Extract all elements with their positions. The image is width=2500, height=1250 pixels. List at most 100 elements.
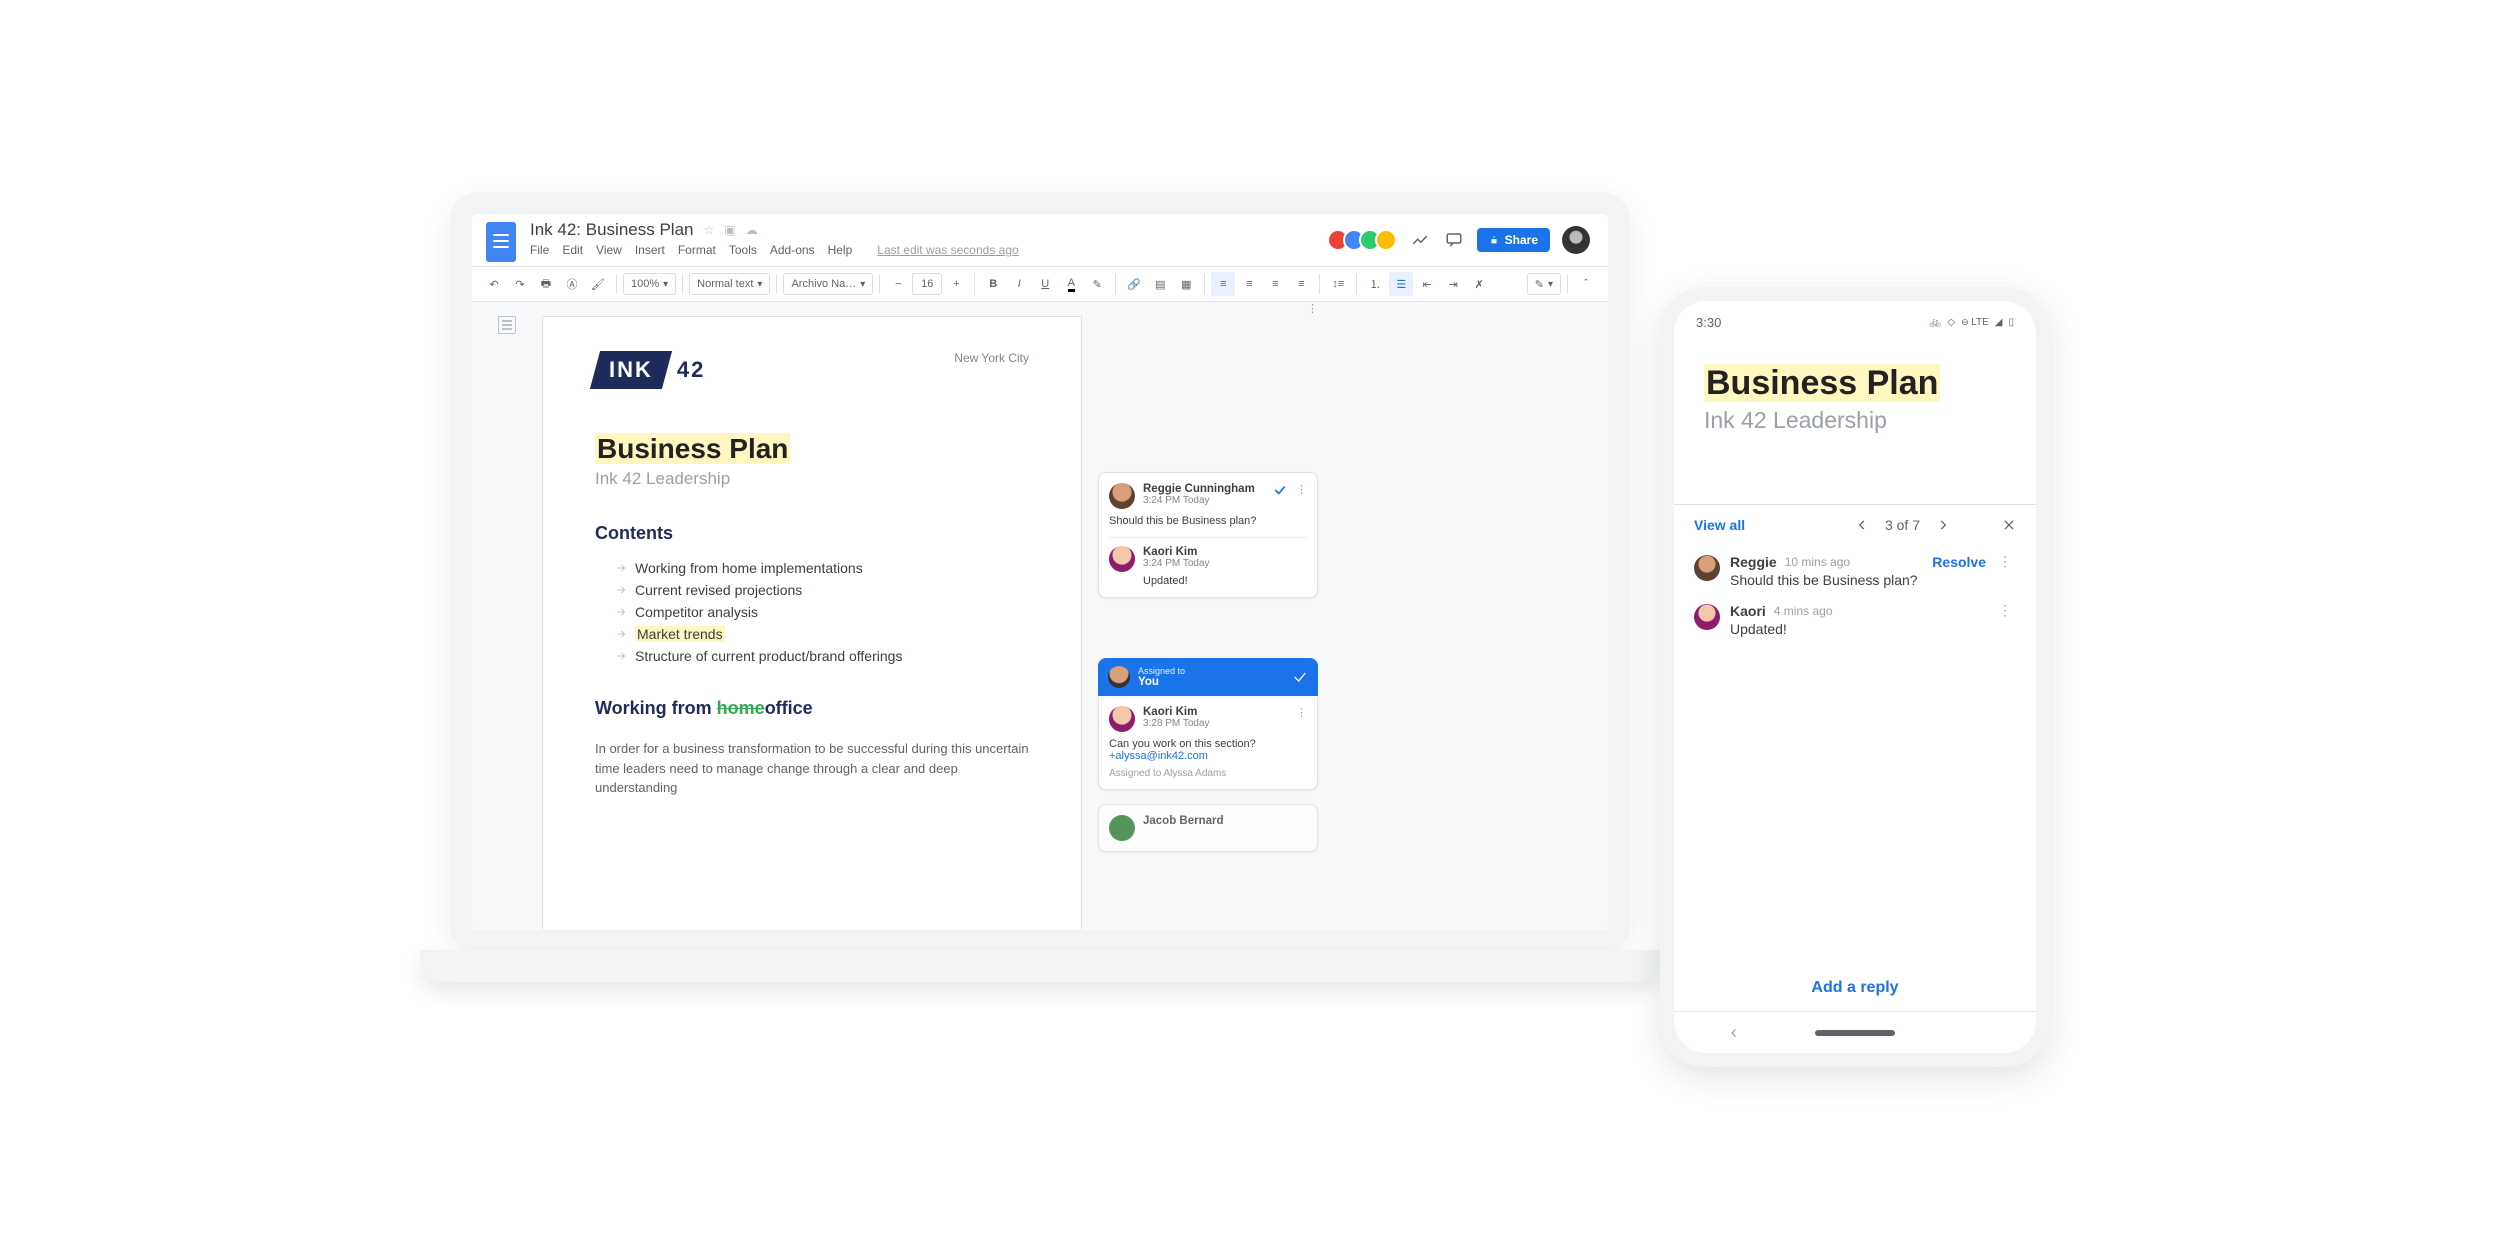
menu-file[interactable]: File — [530, 243, 549, 257]
font-size-decrease[interactable]: − — [886, 272, 910, 296]
clear-format-button[interactable]: ✗ — [1467, 272, 1491, 296]
laptop-mockup: Ink 42: Business Plan ☆ ▣ ☁ File Edit Vi… — [450, 192, 1630, 972]
doc-subtitle[interactable]: Ink 42 Leadership — [595, 469, 1029, 489]
collapse-toolbar-button[interactable]: ˆ — [1574, 272, 1598, 296]
google-docs-icon[interactable] — [486, 222, 516, 262]
comment-card[interactable]: Reggie Cunningham 3:24 PM Today ⋮ Should… — [1098, 472, 1318, 598]
add-reply-button[interactable]: Add a reply — [1674, 953, 2036, 1011]
paragraph-style-select[interactable]: Normal text▾ — [689, 273, 770, 295]
back-button[interactable] — [1728, 1027, 1740, 1039]
paint-format-button[interactable]: 🖌 — [586, 272, 610, 296]
align-justify-button[interactable]: ≡ — [1289, 272, 1313, 296]
comment-author: Jacob Bernard — [1143, 815, 1224, 827]
text-color-button[interactable]: A — [1059, 272, 1083, 296]
align-right-button[interactable]: ≡ — [1263, 272, 1287, 296]
comment-author: Reggie — [1730, 554, 1777, 570]
list-item[interactable]: Competitor analysis — [615, 604, 1029, 620]
comment-card[interactable]: Jacob Bernard — [1098, 804, 1318, 852]
document-page[interactable]: INK 42 New York City Business Plan Ink 4… — [542, 316, 1082, 930]
menu-insert[interactable]: Insert — [635, 243, 665, 257]
body-text[interactable]: In order for a business transformation t… — [595, 739, 1029, 798]
avatar — [1694, 555, 1720, 581]
last-edit-link[interactable]: Last edit was seconds ago — [877, 243, 1018, 257]
font-select[interactable]: Archivo Na…▾ — [783, 273, 873, 295]
document-outline-icon[interactable] — [498, 316, 516, 334]
comments-icon[interactable] — [1443, 229, 1465, 251]
section-heading[interactable]: Working from homeoffice — [595, 698, 1029, 719]
bulleted-list-button[interactable]: ☰ — [1389, 272, 1413, 296]
italic-button[interactable]: I — [1007, 272, 1031, 296]
align-left-button[interactable]: ≡ — [1211, 272, 1235, 296]
indent-button[interactable]: ⇥ — [1441, 272, 1465, 296]
font-size-increase[interactable]: + — [944, 272, 968, 296]
home-pill[interactable] — [1815, 1030, 1895, 1036]
resolve-check-icon[interactable] — [1273, 483, 1287, 497]
link-button[interactable]: 🔗 — [1122, 272, 1146, 296]
move-icon[interactable]: ▣ — [724, 223, 735, 237]
status-bar: 3:30 🚲 ◇ ⊖ LTE ◢ ▯ — [1674, 301, 2036, 336]
redo-button[interactable]: ↷ — [508, 272, 532, 296]
reply-time: 3:24 PM Today — [1143, 558, 1210, 569]
account-avatar[interactable] — [1562, 226, 1590, 254]
comment-row[interactable]: Reggie 10 mins ago Resolve ⋮ Should this… — [1694, 553, 2016, 588]
reply-text: Updated! — [1143, 575, 1307, 587]
share-button[interactable]: Share — [1477, 228, 1550, 252]
bold-button[interactable]: B — [981, 272, 1005, 296]
spellcheck-button[interactable]: Ⓐ — [560, 272, 584, 296]
editing-mode-button[interactable]: ✎▾ — [1527, 273, 1561, 295]
menu-edit[interactable]: Edit — [562, 243, 583, 257]
comment-time: 10 mins ago — [1785, 555, 1850, 569]
menu-help[interactable]: Help — [828, 243, 853, 257]
reply-menu-icon[interactable]: ⋮ — [1307, 302, 1318, 315]
company-logo: INK 42 — [595, 351, 705, 389]
resolve-button[interactable]: Resolve — [1932, 554, 1986, 570]
star-icon[interactable]: ☆ — [703, 223, 714, 237]
insert-image-button[interactable]: ▦ — [1174, 272, 1198, 296]
view-all-link[interactable]: View all — [1694, 517, 1745, 533]
list-item[interactable]: Structure of current product/brand offer… — [615, 648, 1029, 664]
assigned-comment-card[interactable]: Assigned to You Kaori Kim — [1098, 658, 1318, 790]
list-item[interactable]: Working from home implementations — [615, 560, 1029, 576]
menu-view[interactable]: View — [596, 243, 622, 257]
mark-done-icon[interactable] — [1292, 669, 1308, 685]
laptop-bezel: Ink 42: Business Plan ☆ ▣ ☁ File Edit Vi… — [450, 192, 1630, 952]
document-title[interactable]: Ink 42: Business Plan — [530, 220, 693, 240]
comment-row[interactable]: Kaori 4 mins ago ⋮ Updated! — [1694, 602, 2016, 637]
line-spacing-button[interactable]: ↕≡ — [1326, 272, 1350, 296]
list-item[interactable]: Current revised projections — [615, 582, 1029, 598]
underline-button[interactable]: U — [1033, 272, 1057, 296]
prev-comment-button[interactable] — [1855, 518, 1869, 532]
highlight-button[interactable]: ✎ — [1085, 272, 1109, 296]
docs-app-window: Ink 42: Business Plan ☆ ▣ ☁ File Edit Vi… — [472, 214, 1608, 930]
avatar[interactable] — [1375, 229, 1397, 251]
comment-menu-icon[interactable]: ⋮ — [1994, 553, 2016, 570]
comment-menu-icon[interactable]: ⋮ — [1994, 602, 2016, 619]
avatar — [1694, 604, 1720, 630]
zoom-select[interactable]: 100%▾ — [623, 273, 676, 295]
numbered-list-button[interactable]: ⒈ — [1363, 272, 1387, 296]
outdent-button[interactable]: ⇤ — [1415, 272, 1439, 296]
list-item[interactable]: Market trends — [615, 626, 1029, 642]
menu-format[interactable]: Format — [678, 243, 716, 257]
font-size-input[interactable]: 16 — [912, 273, 942, 295]
mention-link[interactable]: +alyssa@ink42.com — [1109, 750, 1307, 762]
menu-tools[interactable]: Tools — [729, 243, 757, 257]
comment-menu-icon[interactable]: ⋮ — [1296, 483, 1307, 496]
collaborator-avatars[interactable] — [1333, 229, 1397, 251]
undo-button[interactable]: ↶ — [482, 272, 506, 296]
laptop-base — [420, 950, 1660, 982]
close-comments-button[interactable] — [2002, 518, 2016, 532]
next-comment-button[interactable] — [1936, 518, 1950, 532]
avatar — [1108, 666, 1130, 688]
comment-menu-icon[interactable]: ⋮ — [1296, 706, 1307, 719]
phone-document-preview[interactable]: Business Plan Ink 42 Leadership — [1674, 336, 2036, 470]
doc-heading-1[interactable]: Business Plan — [595, 433, 1029, 465]
contents-heading[interactable]: Contents — [595, 523, 1029, 544]
print-button[interactable]: 🖶 — [534, 272, 558, 296]
add-comment-button[interactable]: ▤ — [1148, 272, 1172, 296]
comment-text: Updated! — [1730, 621, 2016, 637]
activity-icon[interactable] — [1409, 229, 1431, 251]
align-center-button[interactable]: ≡ — [1237, 272, 1261, 296]
comment-time: 3:24 PM Today — [1143, 495, 1255, 506]
menu-addons[interactable]: Add-ons — [770, 243, 815, 257]
